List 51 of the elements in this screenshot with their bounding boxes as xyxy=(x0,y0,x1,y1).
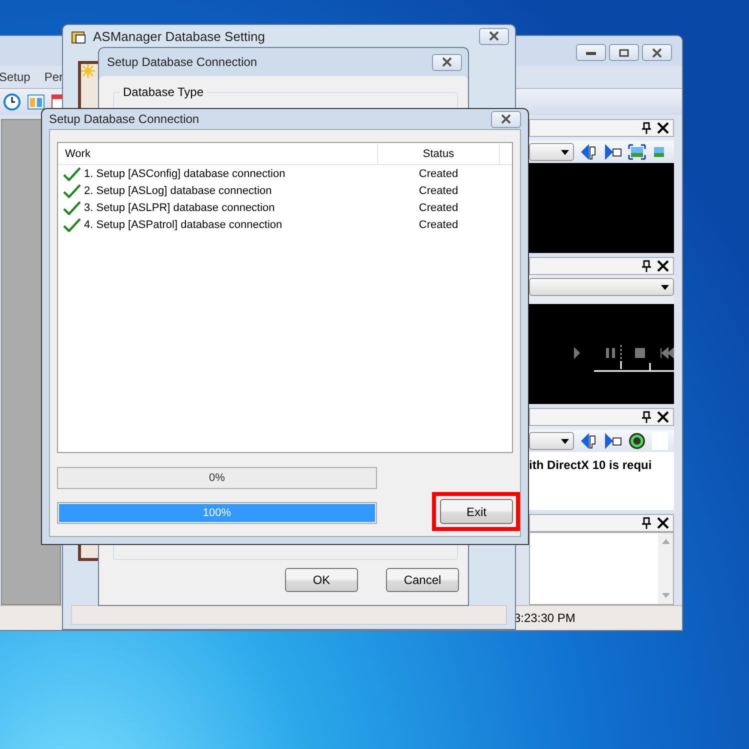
caret-icon xyxy=(561,438,569,444)
close-icon xyxy=(499,114,513,124)
status-time: 3:23:30 PM xyxy=(514,611,576,625)
progress-label: 0% xyxy=(209,472,225,484)
table-cell-text: Created xyxy=(418,184,460,196)
window-title: Setup Database Connection xyxy=(107,55,258,69)
table-cell-text: Created xyxy=(418,168,460,180)
pin-icon[interactable] xyxy=(641,122,651,134)
close-icon xyxy=(440,57,454,67)
dropdown[interactable] xyxy=(529,143,574,161)
table-cell-text: Created xyxy=(418,202,460,214)
pin-icon[interactable] xyxy=(641,411,651,423)
caret-icon xyxy=(661,284,669,290)
fit-screen-icon[interactable] xyxy=(652,144,664,160)
close-button[interactable] xyxy=(479,28,509,44)
window-title: Setup Database Connection xyxy=(49,112,200,126)
minimize-button[interactable] xyxy=(576,44,606,61)
close-button[interactable] xyxy=(642,44,672,61)
message-text: ith DirectX 10 is requi xyxy=(529,458,652,472)
table-cell: 2. Setup [ASLog] database connection xyxy=(84,184,272,196)
column-header[interactable]: Status xyxy=(378,144,500,164)
close-button[interactable] xyxy=(491,110,521,128)
pin-icon[interactable] xyxy=(641,260,651,272)
maximize-button[interactable] xyxy=(609,44,639,61)
close-icon xyxy=(487,31,501,41)
exit-button[interactable]: Exit xyxy=(440,499,513,524)
close-button[interactable] xyxy=(432,54,462,70)
sun-icon xyxy=(81,64,95,78)
close-icon[interactable] xyxy=(657,517,669,529)
input-field[interactable] xyxy=(652,432,668,450)
dialog-button[interactable]: OK xyxy=(285,568,358,592)
table-cell: 4. Setup [ASPatrol] database connection xyxy=(84,218,282,230)
fullscreen-icon[interactable] xyxy=(628,144,646,160)
menu-item[interactable]: Per xyxy=(44,70,64,84)
close-icon xyxy=(650,48,664,58)
table-cell: 1. Setup [ASConfig] database connection xyxy=(84,168,286,180)
maximize-icon xyxy=(617,48,631,56)
close-icon[interactable] xyxy=(657,122,669,134)
column-header[interactable]: Work xyxy=(58,144,378,164)
table-cell: 3. Setup [ASLPR] database connection xyxy=(84,202,275,214)
caret-icon xyxy=(561,150,569,154)
clock-icon[interactable] xyxy=(3,93,21,111)
table-cell-text: Created xyxy=(418,218,460,230)
progress-label: 100% xyxy=(202,507,232,519)
window-title: ASManager Database Setting xyxy=(93,28,266,44)
dropdown[interactable] xyxy=(529,432,574,450)
group-label: Database Type xyxy=(120,85,207,99)
close-icon[interactable] xyxy=(657,260,669,272)
close-icon[interactable] xyxy=(657,411,669,423)
pin-icon[interactable] xyxy=(641,517,651,529)
dialog-button[interactable]: Cancel xyxy=(386,568,459,592)
